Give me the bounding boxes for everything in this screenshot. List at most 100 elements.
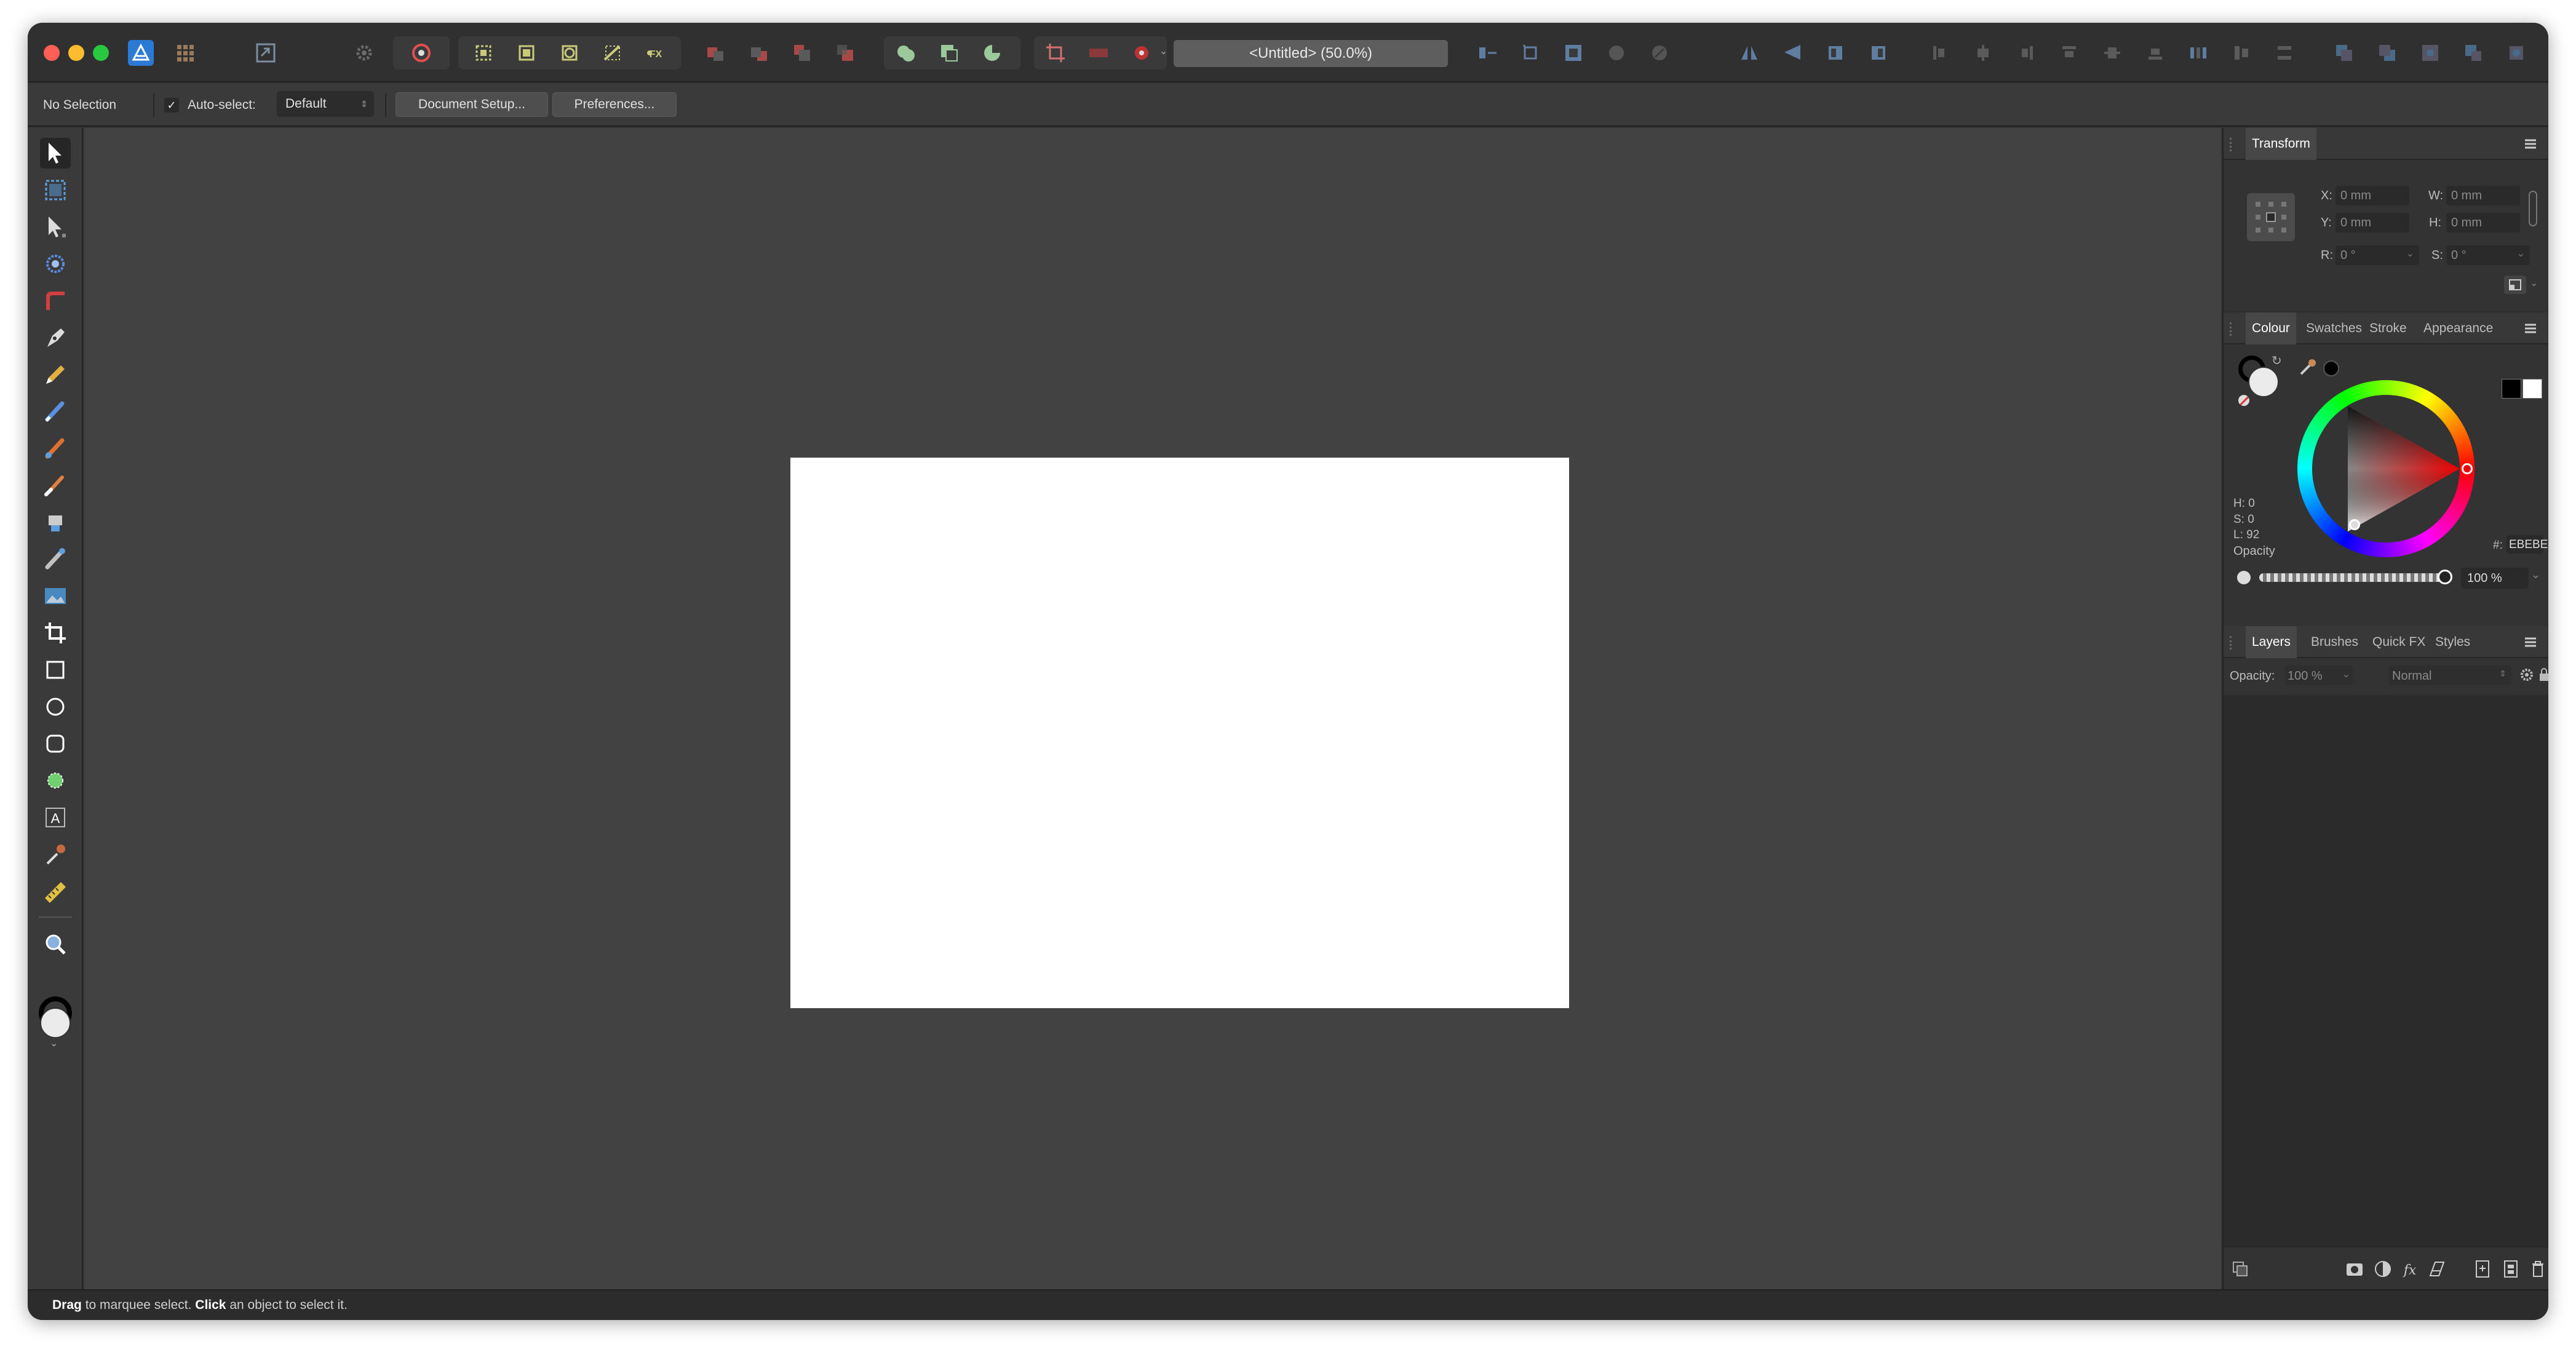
assistant-icon[interactable]	[1129, 40, 1155, 66]
distribute-vertical-icon[interactable]	[2228, 40, 2254, 66]
x-field[interactable]: 0 mm	[2335, 186, 2409, 205]
panel-grip-icon[interactable]	[2230, 636, 2235, 650]
tab-quick-fx[interactable]: Quick FX	[2366, 626, 2431, 658]
mask-icon[interactable]	[1086, 40, 1111, 66]
assistant-dropdown-icon[interactable]: ⌄	[1159, 45, 1168, 60]
fill-stroke-swatches[interactable]: ⌄	[38, 996, 73, 1049]
place-image-tool-icon[interactable]	[40, 581, 71, 611]
opacity-slider[interactable]	[2259, 570, 2452, 584]
opacity-slider-handle[interactable]	[2438, 570, 2452, 584]
tab-styles[interactable]: Styles	[2429, 626, 2476, 658]
preferences-button[interactable]: Preferences...	[552, 92, 677, 117]
layer-opacity-dropdown-icon[interactable]: ⌄	[2342, 668, 2350, 680]
crop-to-artboard-icon[interactable]	[1043, 40, 1068, 66]
shape-tool-icon[interactable]	[40, 765, 71, 796]
autoselect-checkbox[interactable]: ✓	[164, 98, 179, 113]
no-color-icon[interactable]	[2238, 395, 2249, 406]
opacity-field[interactable]: 100 %	[2461, 568, 2529, 589]
fill-swatch[interactable]	[2248, 367, 2279, 397]
document-page[interactable]	[790, 458, 1569, 1008]
pixel-persona-icon[interactable]	[172, 40, 198, 66]
black-swatch[interactable]	[2502, 379, 2521, 399]
color-picker-tool-icon[interactable]	[40, 839, 71, 870]
transform-origin-dropdown-icon[interactable]: ⌄	[2530, 277, 2538, 289]
hex-field[interactable]: EBEBEB	[2506, 535, 2548, 554]
crop-tool-icon[interactable]	[40, 618, 71, 648]
move-forward-icon[interactable]	[746, 40, 772, 66]
anchor-point-icon[interactable]	[2247, 193, 2295, 241]
move-to-back-icon[interactable]	[789, 40, 815, 66]
tab-swatches[interactable]: Swatches	[2300, 312, 2368, 344]
vector-brush-tool-icon[interactable]	[40, 396, 71, 427]
flip-horizontal-icon[interactable]	[1736, 40, 1762, 66]
distribute-horizontal-icon[interactable]	[2185, 40, 2211, 66]
lock-aspect-icon[interactable]	[2529, 191, 2537, 226]
space-evenly-icon[interactable]	[2272, 40, 2297, 66]
align-right-icon[interactable]	[2013, 40, 2039, 66]
tab-stroke[interactable]: Stroke	[2363, 312, 2413, 344]
autoselect-dropdown[interactable]: Default ⇕	[277, 91, 374, 117]
move-back-icon[interactable]	[702, 40, 728, 66]
zoom-tool-icon[interactable]	[40, 929, 71, 960]
layer-opacity-field[interactable]: 100 % ⌄	[2285, 666, 2353, 685]
insert-inside-icon[interactable]	[2417, 40, 2443, 66]
export-persona-icon[interactable]	[253, 40, 279, 66]
tab-transform[interactable]: Transform	[2246, 128, 2316, 160]
layer-options-icon[interactable]	[2503, 40, 2529, 66]
h-field[interactable]: 0 mm	[2446, 213, 2520, 233]
artistic-text-tool-icon[interactable]: A	[40, 802, 71, 833]
move-tool-icon[interactable]	[40, 138, 71, 169]
layer-fx-icon[interactable]: fx	[2399, 1259, 2420, 1279]
rotate-selection-icon[interactable]	[1517, 40, 1543, 66]
align-selection-icon[interactable]	[1474, 40, 1500, 66]
align-left-icon[interactable]	[1927, 40, 1953, 66]
rotate-right-icon[interactable]	[1866, 40, 1891, 66]
add-boolean-icon[interactable]	[893, 40, 919, 66]
rotate-left-icon[interactable]	[1823, 40, 1848, 66]
insert-behind-icon[interactable]	[2331, 40, 2357, 66]
align-center-icon[interactable]	[1970, 40, 1996, 66]
snapping-icon[interactable]	[408, 40, 434, 66]
add-pixel-layer-icon[interactable]	[2344, 1259, 2365, 1279]
tab-layers[interactable]: Layers	[2246, 626, 2297, 658]
r-field[interactable]: 0 ° ⌄	[2335, 245, 2419, 265]
zoom-window-button[interactable]	[93, 45, 109, 61]
contour-tool-icon[interactable]	[40, 249, 71, 279]
intersect-boolean-icon[interactable]	[979, 40, 1005, 66]
artboard-tool-icon[interactable]	[40, 175, 71, 205]
panel-grip-icon[interactable]	[2230, 322, 2235, 336]
hue-wheel[interactable]	[2297, 380, 2475, 557]
adjustment-layer-icon[interactable]	[2372, 1259, 2393, 1279]
pencil-tool-icon[interactable]	[40, 359, 71, 390]
y-field[interactable]: 0 mm	[2335, 213, 2409, 233]
swap-colors-icon[interactable]: ↻	[2272, 353, 2282, 368]
measure-tool-icon[interactable]	[40, 876, 71, 907]
erase-brush-icon[interactable]	[40, 544, 71, 575]
transform-origin-icon[interactable]	[2504, 276, 2526, 294]
paint-brush-tool-icon[interactable]	[40, 470, 71, 501]
s-field[interactable]: 0 ° ⌄	[2446, 245, 2530, 265]
mask-layer-icon[interactable]	[2427, 1259, 2447, 1279]
blend-mode-dropdown[interactable]: Normal ⇕	[2388, 666, 2511, 685]
opacity-dropdown-icon[interactable]: ⌄	[2531, 568, 2540, 581]
tab-colour[interactable]: Colour	[2246, 312, 2296, 344]
tool-fill-swatch[interactable]	[40, 1008, 71, 1038]
fill-tool-icon[interactable]	[40, 433, 71, 464]
group-layers-icon[interactable]	[2500, 1259, 2521, 1279]
move-to-front-icon[interactable]	[832, 40, 858, 66]
r-dropdown-icon[interactable]: ⌄	[2406, 247, 2414, 260]
fx-mode-icon[interactable]: FX	[643, 40, 669, 66]
subtract-boolean-icon[interactable]	[936, 40, 962, 66]
panel-menu-icon[interactable]	[2524, 322, 2537, 335]
color-picker-icon[interactable]	[2297, 357, 2318, 378]
settings-gear-icon[interactable]	[351, 40, 377, 66]
corner-tool-icon[interactable]	[40, 285, 71, 316]
node-tool-icon[interactable]	[40, 212, 71, 242]
align-middle-icon[interactable]	[2099, 40, 2125, 66]
insert-top-icon[interactable]	[2374, 40, 2400, 66]
path-mode-icon[interactable]	[600, 40, 626, 66]
minimize-window-button[interactable]	[68, 45, 84, 61]
align-top-icon[interactable]	[2056, 40, 2082, 66]
rectangle-tool-icon[interactable]	[40, 654, 71, 685]
distribute-icon[interactable]	[1560, 40, 1586, 66]
